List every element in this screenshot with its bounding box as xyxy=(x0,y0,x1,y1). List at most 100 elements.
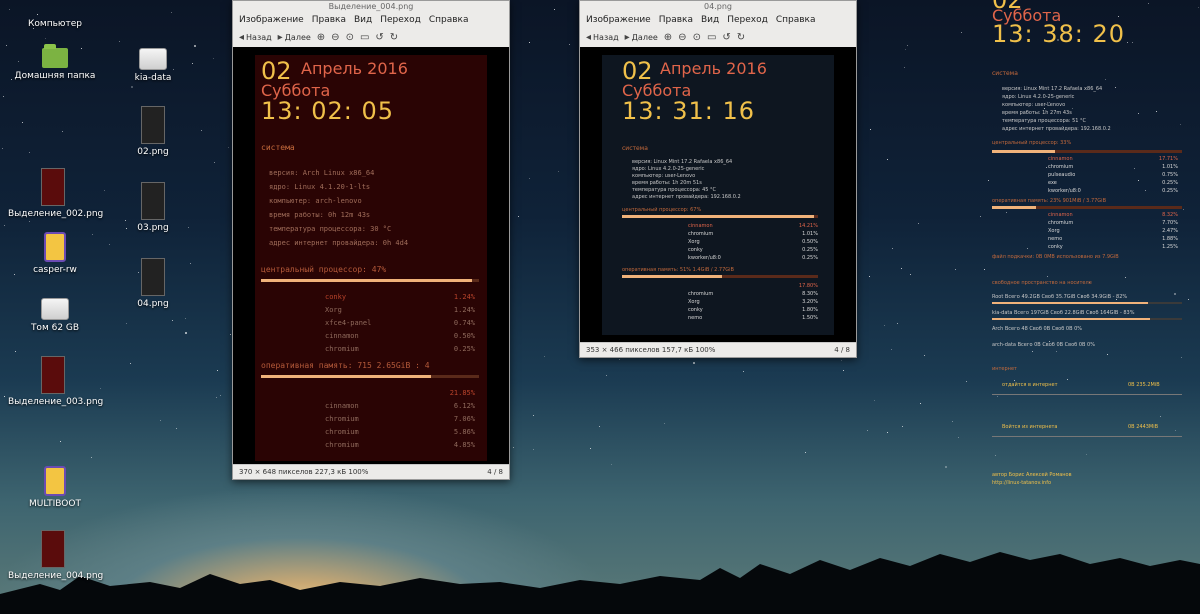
author-link[interactable]: http://linux-tatanov.info xyxy=(992,480,1051,486)
star xyxy=(905,49,907,51)
toolbar: ◂ Назад ▸ Далее ⊕ ⊖ ⊙ ▭ ↺ ↻ xyxy=(233,27,509,48)
star xyxy=(172,320,174,322)
process-row: conky 1.25% xyxy=(1048,244,1178,252)
desktop-icon-02png[interactable]: 02.png xyxy=(108,106,198,157)
forward-button[interactable]: ▸ Далее xyxy=(625,32,658,43)
process-row: Xorg 1.24% xyxy=(325,306,475,319)
conky-screenshot: 02 Апрель 2016 Суббота 13: 02: 05 систем… xyxy=(255,55,487,461)
process-name: chromium xyxy=(1048,164,1074,170)
menu-help[interactable]: Справка xyxy=(776,15,816,25)
star xyxy=(951,421,953,423)
zoom-in-icon[interactable]: ⊕ xyxy=(664,32,672,43)
system-line: ядро: Linux 4.2.0-25-generic xyxy=(1002,94,1075,100)
rotate-left-icon[interactable]: ↺ xyxy=(722,32,730,43)
star xyxy=(108,244,110,246)
menu-help[interactable]: Справка xyxy=(429,15,469,25)
menu-go[interactable]: Переход xyxy=(380,15,421,25)
process-row: xfce4-panel 0.74% xyxy=(325,319,475,332)
zoom-normal-icon[interactable]: ⊙ xyxy=(693,32,701,43)
desktop-icon-casper-rw[interactable]: casper-rw xyxy=(10,232,100,275)
process-row: nemo 1.88% xyxy=(1048,236,1178,244)
process-value: 1.88% xyxy=(1162,236,1178,242)
zoom-fit-icon[interactable]: ▭ xyxy=(707,32,716,43)
disk-line: Arch Всего 48 Своб 0B Своб 0B 0% xyxy=(992,326,1083,332)
zoom-fit-icon[interactable]: ▭ xyxy=(360,32,369,43)
process-value: 1.25% xyxy=(1162,244,1178,250)
desktop-icon-vydelenie-003[interactable]: Выделение_003.png xyxy=(8,356,104,407)
process-row: 21.85% xyxy=(325,389,475,402)
net-download-label: Войтся из интернета xyxy=(1002,424,1058,430)
process-name: chromium xyxy=(325,428,359,436)
process-name: xfce4-panel xyxy=(325,319,372,327)
zoom-out-icon[interactable]: ⊖ xyxy=(678,32,686,43)
cpu-bar xyxy=(992,150,1182,153)
system-header: система xyxy=(261,143,295,152)
desktop-icon-home[interactable]: Домашняя папка xyxy=(10,44,100,81)
process-name: Xorg xyxy=(1048,228,1060,234)
menu-image[interactable]: Изображение xyxy=(239,15,304,25)
back-button[interactable]: ◂ Назад xyxy=(239,32,272,43)
star xyxy=(887,432,889,434)
system-line: время работы: 1h 27m 43s xyxy=(1002,110,1072,116)
zoom-in-icon[interactable]: ⊕ xyxy=(317,32,325,43)
desktop-icon-label: Выделение_002.png xyxy=(8,209,104,219)
star xyxy=(843,370,845,372)
image-viewer-left[interactable]: Выделение_004.png Изображение Правка Вид… xyxy=(232,0,510,480)
system-header: система xyxy=(622,145,648,152)
menu-edit[interactable]: Правка xyxy=(312,15,346,25)
process-row: cinnamon 17.71% xyxy=(1048,156,1178,164)
system-line: время работы: 1h 20m 51s xyxy=(632,180,702,186)
system-line: температура процессора: 45 °C xyxy=(632,187,717,193)
star xyxy=(558,171,560,173)
desktop-icon-label: Выделение_003.png xyxy=(8,397,104,407)
process-value: 17.71% xyxy=(1158,156,1178,162)
desktop-icon-computer[interactable]: Компьютер xyxy=(10,0,100,29)
desktop-icon-kia-data[interactable]: kia-data xyxy=(108,48,198,83)
rotate-right-icon[interactable]: ↻ xyxy=(737,32,745,43)
menu-view[interactable]: Вид xyxy=(354,15,372,25)
process-name: pulseaudio xyxy=(1048,172,1076,178)
star xyxy=(901,267,903,269)
zoom-out-icon[interactable]: ⊖ xyxy=(331,32,339,43)
desktop-icon-vydelenie-004[interactable]: Выделение_004.png xyxy=(8,530,103,581)
menu-edit[interactable]: Правка xyxy=(659,15,693,25)
desktop-icon-multiboot[interactable]: MULTIBOOT xyxy=(10,466,100,509)
star xyxy=(966,380,968,382)
conky-time: 13: 38: 20 xyxy=(992,20,1126,48)
menu-image[interactable]: Изображение xyxy=(586,15,651,25)
process-value: 1.80% xyxy=(802,307,818,313)
image-viewer-right[interactable]: 04.png Изображение Правка Вид Переход Сп… xyxy=(579,0,857,358)
star xyxy=(533,449,535,451)
image-thumbnail-icon xyxy=(41,530,65,568)
system-line: компьютер: user-Lenovo xyxy=(1002,102,1066,108)
desktop-icon-03png[interactable]: 03.png xyxy=(108,182,198,233)
conky-screenshot: 02 Апрель 2016 Суббота 13: 31: 16 систем… xyxy=(602,55,834,335)
star xyxy=(896,322,898,324)
rotate-right-icon[interactable]: ↻ xyxy=(390,32,398,43)
forward-button[interactable]: ▸ Далее xyxy=(278,32,311,43)
process-value: 7.06% xyxy=(453,415,475,423)
star xyxy=(62,131,64,133)
star xyxy=(6,45,8,47)
process-row: chromium 0.25% xyxy=(325,345,475,358)
desktop-icon-vydelenie-002[interactable]: Выделение_002.png xyxy=(8,168,104,219)
desktop-icon-04png[interactable]: 04.png xyxy=(108,258,198,309)
star xyxy=(955,269,957,271)
system-line: версия: Arch Linux x86_64 xyxy=(269,169,375,177)
desktop-icon-tom-62gb[interactable]: Том 62 GB xyxy=(10,298,100,333)
menu-view[interactable]: Вид xyxy=(701,15,719,25)
menu-go[interactable]: Переход xyxy=(727,15,768,25)
star xyxy=(131,85,134,88)
desktop-icon-label: MULTIBOOT xyxy=(29,499,81,509)
net-upload-label: отдайтся в интернет xyxy=(1002,382,1058,388)
menubar: Изображение Правка Вид Переход Справка xyxy=(580,13,856,27)
star xyxy=(568,43,570,45)
system-line: температура процессора: 30 °C xyxy=(269,225,392,233)
disk-bar xyxy=(992,302,1182,304)
process-name: Xorg xyxy=(325,306,342,314)
disk-header: свободное пространство на носителе xyxy=(992,280,1092,286)
back-button[interactable]: ◂ Назад xyxy=(586,32,619,43)
rotate-left-icon[interactable]: ↺ xyxy=(375,32,383,43)
process-row: 17.80% xyxy=(688,283,818,291)
zoom-normal-icon[interactable]: ⊙ xyxy=(346,32,354,43)
